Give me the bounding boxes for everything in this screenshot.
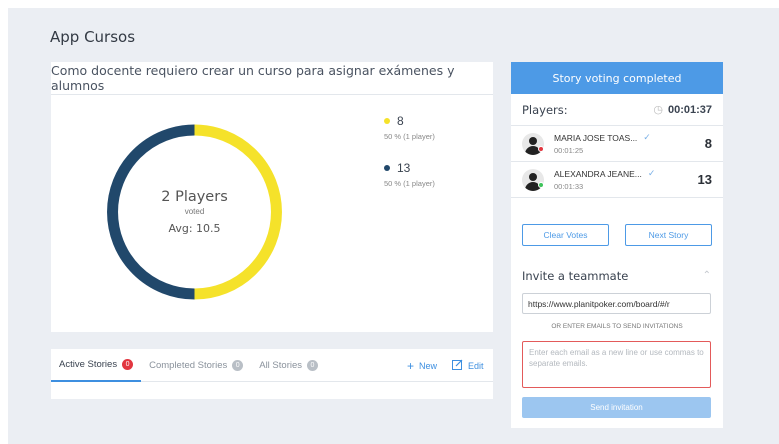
- send-invitation-button[interactable]: Send invitation: [522, 397, 711, 418]
- legend-value: 13: [397, 161, 411, 175]
- status-dot: [538, 146, 544, 152]
- player-time: 00:01:25: [554, 146, 584, 155]
- tab-label: Completed Stories: [149, 359, 228, 371]
- or-enter-emails-label: OR ENTER EMAILS TO SEND INVITATIONS: [551, 323, 683, 330]
- tab-active-stories[interactable]: Active Stories 0: [51, 349, 142, 382]
- legend-dot: [384, 165, 390, 171]
- player-row: ALEXANDRA JEANE... ✓ 00:01:33 13: [511, 162, 723, 198]
- player-time: 00:01:33: [554, 182, 584, 191]
- stories-tabs-card: Active Stories 0 Completed Stories 0 All…: [51, 349, 493, 399]
- invite-link-field[interactable]: https://www.planitpoker.com/board/#/r: [522, 293, 711, 314]
- average-vote: Avg: 10.5: [168, 222, 221, 235]
- story-card: Como docente requiero crear un curso par…: [51, 62, 493, 332]
- legend-detail: 50 % (1 player): [384, 179, 435, 188]
- legend-dot: [384, 118, 390, 124]
- voting-sidebar: Story voting completed Players: ◷ 00:01:…: [511, 62, 723, 428]
- count-badge: 0: [122, 358, 134, 370]
- player-vote: 8: [704, 136, 712, 151]
- legend-detail: 50 % (1 player): [384, 132, 435, 141]
- players-label: Players:: [522, 102, 568, 117]
- status-dot: [538, 182, 544, 188]
- count-badge: 0: [232, 359, 244, 371]
- count-badge: 0: [307, 359, 318, 371]
- clock-icon: ◷: [653, 104, 663, 116]
- tab-all-stories[interactable]: All Stories 0: [251, 349, 326, 382]
- next-story-button[interactable]: Next Story: [625, 224, 712, 246]
- player-row: MARIA JOSE TOAS... ✓ 00:01:25 8: [511, 126, 723, 162]
- players-header: Players: ◷ 00:01:37: [511, 94, 723, 126]
- votes-donut-chart: 2 Players voted Avg: 10.5: [101, 124, 288, 300]
- check-circle-icon: ✓: [647, 168, 656, 178]
- players-count: 2 Players: [161, 189, 228, 205]
- edit-icon: [452, 359, 463, 373]
- check-circle-icon: ✓: [643, 132, 651, 142]
- voted-label: voted: [184, 207, 205, 216]
- chevron-up-icon[interactable]: ⌃: [703, 270, 711, 281]
- story-title: Como docente requiero crear un curso par…: [51, 62, 493, 95]
- tab-label: Active Stories: [59, 358, 118, 370]
- player-name: MARIA JOSE TOAS...: [554, 132, 638, 143]
- plus-icon: +: [407, 359, 415, 373]
- edit-label: Edit: [468, 361, 484, 371]
- voting-timer: ◷ 00:01:37: [653, 103, 712, 117]
- emails-textarea[interactable]: Enter each email as a new line or use co…: [522, 341, 711, 388]
- page-title: App Cursos: [50, 28, 136, 46]
- new-label: New: [419, 361, 438, 371]
- legend-item-8: 8 50 % (1 player): [384, 114, 435, 141]
- legend-value: 8: [397, 114, 404, 128]
- player-vote: 13: [697, 172, 712, 187]
- new-story-button[interactable]: + New: [407, 359, 437, 373]
- tab-label: All Stories: [259, 359, 302, 371]
- edit-stories-button[interactable]: Edit: [452, 359, 484, 373]
- player-name: ALEXANDRA JEANE...: [554, 168, 642, 179]
- story-status-banner: Story voting completed: [511, 62, 723, 94]
- clear-votes-button[interactable]: Clear Votes: [522, 224, 609, 246]
- legend-item-13: 13 50 % (1 player): [384, 161, 435, 188]
- tab-completed-stories[interactable]: Completed Stories 0: [141, 349, 251, 382]
- invite-title: Invite a teammate: [522, 269, 629, 283]
- timer-value: 00:01:37: [667, 103, 712, 116]
